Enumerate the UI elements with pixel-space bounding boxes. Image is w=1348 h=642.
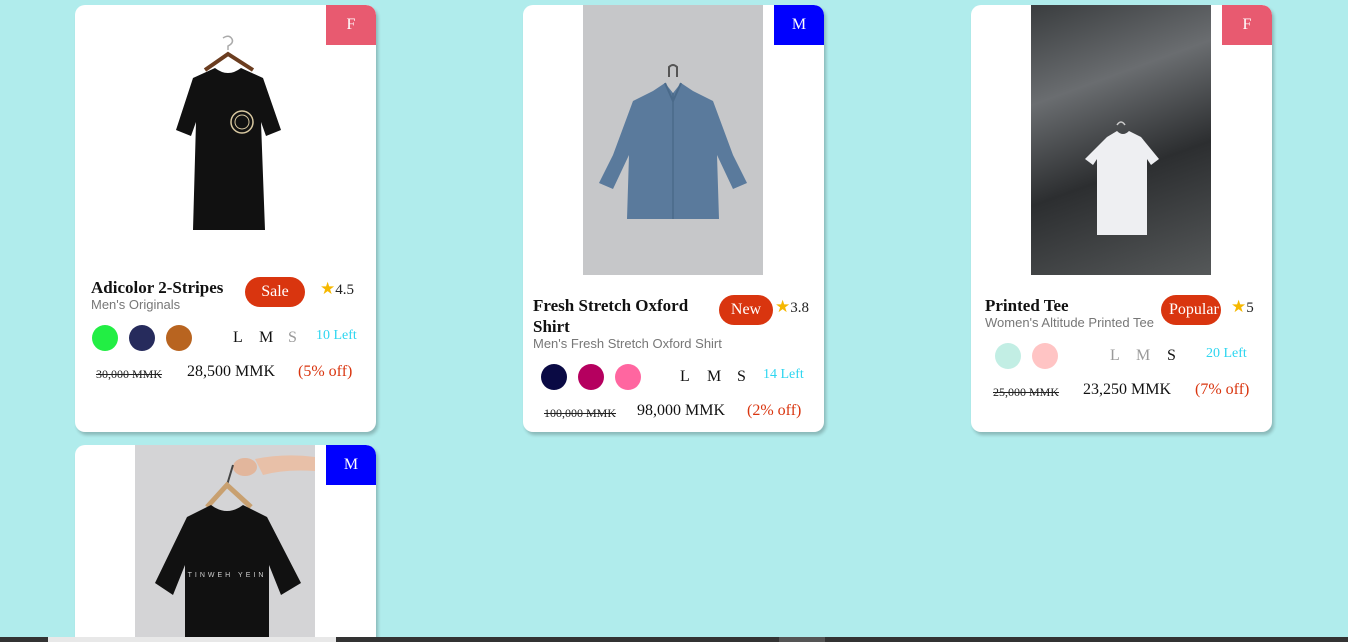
size-m[interactable]: M — [259, 329, 273, 347]
gender-badge: M — [774, 5, 824, 45]
product-name[interactable]: Fresh Stretch Oxford Shirt — [533, 295, 718, 337]
product-subtitle: Men's Originals — [91, 297, 181, 312]
size-l[interactable]: L — [1110, 347, 1120, 365]
scrollbar-segment — [779, 637, 825, 642]
white-tee-image — [1085, 121, 1159, 235]
popular-badge: Popular — [1161, 295, 1221, 325]
discount: (2% off) — [747, 402, 802, 419]
product-subtitle: Men's Fresh Stretch Oxford Shirt — [533, 336, 722, 351]
black-printed-tshirt-image: TINWEH YEIN — [155, 455, 315, 642]
size-l[interactable]: L — [680, 368, 690, 386]
bottom-scrollbar[interactable] — [0, 637, 1348, 642]
product-image[interactable]: TINWEH YEIN — [135, 445, 315, 642]
rating-value: 3.8 — [790, 300, 809, 316]
rating: ★3.8 — [775, 297, 809, 317]
color-swatch-mint[interactable] — [995, 343, 1021, 369]
sale-price: 28,500 MMK — [187, 363, 276, 380]
original-price: 30,000 MMK — [96, 367, 163, 381]
stock-left: 20 Left — [1206, 346, 1247, 361]
color-swatch-navy[interactable] — [541, 364, 567, 390]
sale-badge: Sale — [245, 277, 305, 307]
size-m[interactable]: M — [707, 368, 721, 386]
color-swatch-brown[interactable] — [166, 325, 192, 351]
size-s[interactable]: S — [288, 329, 297, 347]
product-card[interactable]: M Fresh Stretch Oxford Shirt Men's Fresh… — [523, 5, 824, 432]
color-swatch-navy[interactable] — [129, 325, 155, 351]
sale-price: 98,000 MMK — [637, 402, 726, 419]
product-name[interactable]: Adicolor 2-Stripes — [91, 277, 223, 298]
color-swatch-green[interactable] — [92, 325, 118, 351]
product-image[interactable] — [1031, 5, 1211, 275]
star-icon: ★ — [320, 279, 336, 298]
gender-badge: F — [1222, 5, 1272, 45]
stock-left: 10 Left — [316, 328, 357, 343]
color-swatch-pink[interactable] — [615, 364, 641, 390]
rating: ★5 — [1231, 297, 1254, 317]
print-text: TINWEH YEIN — [188, 572, 267, 579]
size-s[interactable]: S — [737, 368, 746, 386]
size-m[interactable]: M — [1136, 347, 1150, 365]
stock-left: 14 Left — [763, 367, 804, 382]
size-l[interactable]: L — [233, 329, 243, 347]
sale-price: 23,250 MMK — [1083, 381, 1172, 398]
product-image[interactable] — [135, 30, 315, 240]
discount: (7% off) — [1195, 381, 1250, 398]
original-price: 25,000 MMK — [993, 385, 1060, 399]
star-icon: ★ — [775, 297, 791, 316]
size-s[interactable]: S — [1167, 347, 1176, 365]
color-swatch-magenta[interactable] — [578, 364, 604, 390]
product-card[interactable]: F Adicolor 2-Stripes Men's Originals Sal… — [75, 5, 376, 432]
product-image[interactable] — [583, 5, 763, 275]
product-name[interactable]: Printed Tee — [985, 295, 1069, 316]
gender-badge: F — [326, 5, 376, 45]
rating-value: 5 — [1246, 300, 1254, 316]
new-badge: New — [719, 295, 773, 325]
star-icon: ★ — [1231, 297, 1247, 316]
product-card[interactable]: F Printed Tee Women's Altitude Printed T… — [971, 5, 1272, 432]
rating: ★4.5 — [320, 279, 354, 299]
product-card[interactable]: M TINWEH YEIN — [75, 445, 376, 642]
product-subtitle: Women's Altitude Printed Tee — [985, 315, 1154, 330]
color-swatch-pink[interactable] — [1032, 343, 1058, 369]
black-tshirt-image — [176, 35, 281, 230]
discount: (5% off) — [298, 363, 353, 380]
gender-badge: M — [326, 445, 376, 485]
blue-oxford-shirt-image — [599, 64, 747, 219]
original-price: 100,000 MMK — [544, 406, 617, 420]
scrollbar-segment — [48, 637, 336, 642]
rating-value: 4.5 — [335, 282, 354, 298]
